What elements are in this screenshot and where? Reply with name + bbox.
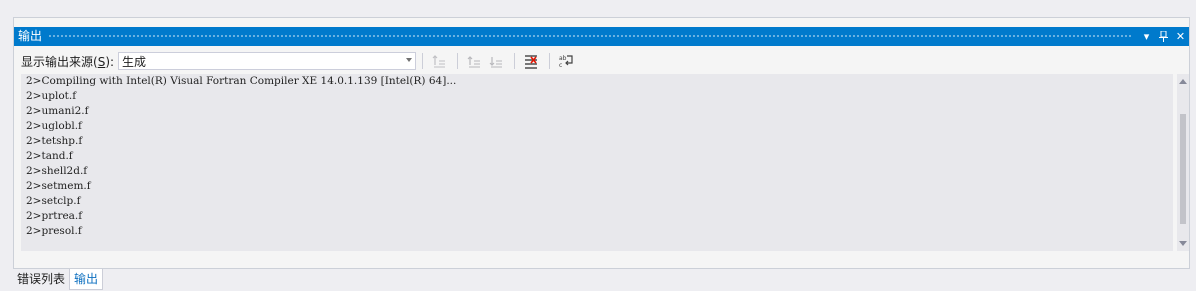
- source-label-suffix: ):: [105, 54, 115, 69]
- tab-error-list[interactable]: 错误列表: [13, 269, 69, 290]
- panel-titlebar[interactable]: 输出 ▾ ✕: [14, 27, 1189, 46]
- scroll-down-icon[interactable]: [1179, 241, 1187, 246]
- output-source-select[interactable]: 生成: [118, 52, 417, 70]
- output-line: 2>tetshp.f: [26, 135, 83, 147]
- source-label-prefix: 显示输出来源(: [21, 54, 98, 69]
- output-toolbar: 显示输出来源(S): 生成 ab c: [14, 49, 1189, 73]
- window-position-dropdown-icon[interactable]: ▾: [1138, 27, 1155, 46]
- titlebar-grip[interactable]: [48, 34, 1132, 39]
- close-icon[interactable]: ✕: [1172, 27, 1189, 46]
- scrollbar-thumb[interactable]: [1180, 114, 1186, 224]
- toggle-word-wrap-icon[interactable]: ab c: [556, 51, 576, 71]
- scroll-up-icon[interactable]: [1179, 79, 1187, 84]
- tab-output[interactable]: 输出: [69, 269, 104, 290]
- output-line: 2>presol.f: [26, 225, 82, 237]
- clear-all-icon[interactable]: [521, 51, 541, 71]
- find-message-in-code-icon[interactable]: [429, 51, 449, 71]
- output-line: 2>setclp.f: [26, 195, 81, 207]
- panel-title: 输出: [18, 29, 43, 43]
- pin-icon[interactable]: [1155, 27, 1172, 46]
- toolbar-separator: [422, 53, 424, 69]
- output-line: 2>shell2d.f: [26, 165, 88, 177]
- bottom-tabs: 错误列表 输出: [13, 269, 104, 291]
- output-line: 2>prtrea.f: [26, 210, 83, 222]
- output-line: 2>umani2.f: [26, 105, 89, 117]
- output-panel: 输出 ▾ ✕ 显示输出来源(S): 生成 ab c 2>Compiling wi…: [13, 17, 1190, 269]
- toolbar-separator: [549, 53, 551, 69]
- svg-text:ab: ab: [559, 55, 567, 62]
- go-to-previous-message-icon[interactable]: [464, 51, 484, 71]
- chevron-down-icon[interactable]: [406, 58, 413, 62]
- output-line: 2>uplot.f: [26, 90, 77, 102]
- go-to-next-message-icon[interactable]: [486, 51, 506, 71]
- source-label: 显示输出来源(S):: [14, 53, 114, 70]
- output-line: 2>setmem.f: [26, 180, 91, 192]
- top-strip: [0, 0, 1196, 17]
- output-source-value: 生成: [122, 54, 147, 69]
- output-line: 2>tand.f: [26, 150, 73, 162]
- output-text-area[interactable]: 2>Compiling with Intel(R) Visual Fortran…: [21, 74, 1173, 251]
- toolbar-separator: [514, 53, 516, 69]
- svg-text:c: c: [559, 62, 562, 69]
- toolbar-separator: [457, 53, 459, 69]
- output-line: 2>uglobl.f: [26, 120, 82, 132]
- vertical-scrollbar[interactable]: [1177, 74, 1189, 251]
- output-line: 2>Compiling with Intel(R) Visual Fortran…: [26, 75, 457, 87]
